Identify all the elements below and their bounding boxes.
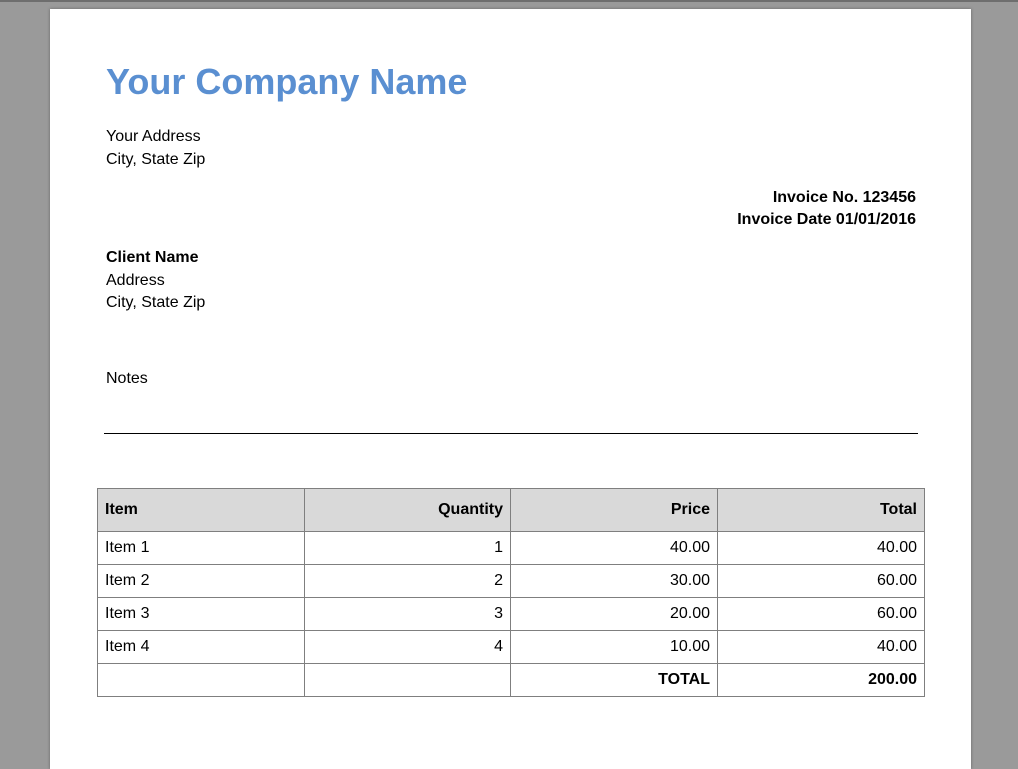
viewer-top-strip [0, 0, 1018, 2]
company-address-line2: City, State Zip [106, 151, 206, 168]
total-label: TOTAL [510, 663, 718, 697]
cell-item: Item 2 [97, 564, 305, 598]
cell-item: Item 3 [97, 597, 305, 631]
items-table: Item Quantity Price Total Item 1 1 40.00… [97, 488, 925, 697]
cell-total: 40.00 [717, 531, 925, 565]
cell-price: 10.00 [510, 630, 718, 664]
total-empty-cell [97, 663, 305, 697]
header-total: Total [717, 488, 925, 532]
invoice-date: Invoice Date 01/01/2016 [737, 211, 916, 228]
table-row: Item 4 4 10.00 40.00 [97, 630, 925, 664]
cell-price: 30.00 [510, 564, 718, 598]
cell-item: Item 4 [97, 630, 305, 664]
total-row: TOTAL 200.00 [97, 663, 925, 697]
table-row: Item 3 3 20.00 60.00 [97, 597, 925, 631]
client-address-line1: Address [106, 272, 165, 289]
company-name: Your Company Name [106, 61, 468, 102]
total-empty-cell [304, 663, 511, 697]
notes-label: Notes [106, 370, 148, 387]
header-quantity: Quantity [304, 488, 511, 532]
table-row: Item 1 1 40.00 40.00 [97, 531, 925, 565]
client-address-line2: City, State Zip [106, 294, 206, 311]
invoice-page: Your Company Name Your Address City, Sta… [50, 9, 971, 769]
cell-quantity: 3 [304, 597, 511, 631]
cell-quantity: 2 [304, 564, 511, 598]
cell-quantity: 1 [304, 531, 511, 565]
cell-price: 40.00 [510, 531, 718, 565]
cell-item: Item 1 [97, 531, 305, 565]
notes-divider [104, 433, 918, 434]
client-name: Client Name [106, 249, 199, 266]
table-row: Item 2 2 30.00 60.00 [97, 564, 925, 598]
table-header-row: Item Quantity Price Total [97, 488, 925, 532]
invoice-number: Invoice No. 123456 [772, 189, 916, 206]
company-address-line1: Your Address [106, 128, 201, 145]
grand-total: 200.00 [717, 663, 925, 697]
cell-price: 20.00 [510, 597, 718, 631]
header-item: Item [97, 488, 305, 532]
cell-total: 60.00 [717, 564, 925, 598]
cell-total: 40.00 [717, 630, 925, 664]
cell-total: 60.00 [717, 597, 925, 631]
header-price: Price [510, 488, 718, 532]
cell-quantity: 4 [304, 630, 511, 664]
